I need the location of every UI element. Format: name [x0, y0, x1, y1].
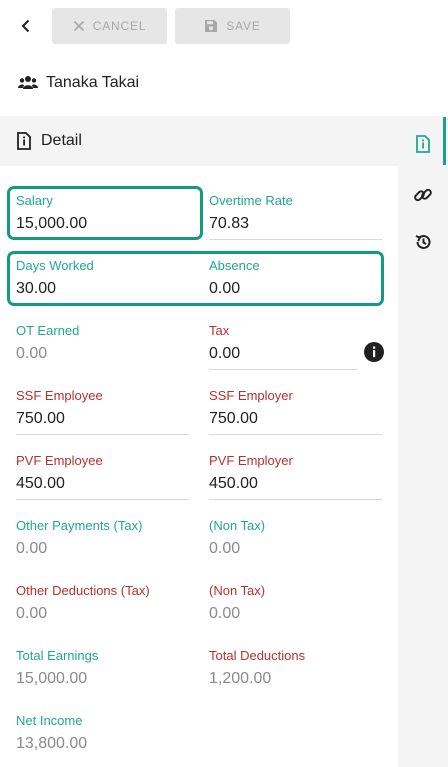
- tax-label: Tax: [209, 323, 230, 338]
- section-header: Detail: [0, 116, 398, 166]
- absence-label: Absence: [209, 258, 260, 273]
- rail-active-indicator: [443, 117, 446, 165]
- ssf-employee-value: 750.00: [16, 410, 65, 427]
- field-underline: [209, 369, 357, 370]
- pvf-employee-value: 450.00: [16, 475, 65, 492]
- save-button[interactable]: SAVE: [175, 8, 290, 44]
- other-deductions-non-tax-label: (Non Tax): [209, 583, 266, 598]
- ot-earned-label: OT Earned: [16, 323, 80, 338]
- field-underline: [16, 499, 189, 500]
- save-button-label: SAVE: [226, 19, 261, 33]
- other-payments-non-tax-value: 0.00: [209, 540, 241, 557]
- rail-history-tab[interactable]: [398, 222, 448, 262]
- floppy-disk-icon: [205, 20, 218, 32]
- other-deductions-tax-label: Other Deductions (Tax): [16, 583, 150, 598]
- total-deductions-label: Total Deductions: [209, 648, 306, 663]
- days-worked-label: Days Worked: [16, 258, 94, 273]
- toolbar: CANCEL SAVE: [0, 0, 448, 52]
- close-icon: [73, 20, 84, 32]
- field-underline: [209, 239, 382, 240]
- cancel-button[interactable]: CANCEL: [52, 8, 167, 44]
- arrow-left-icon: [21, 19, 30, 33]
- total-earnings-label: Total Earnings: [16, 648, 99, 663]
- employee-header: Tanaka Takai: [18, 70, 139, 96]
- ssf-employer-value: 750.00: [209, 410, 258, 427]
- ot-earned-value: 0.00: [16, 345, 48, 362]
- field-underline: [209, 434, 382, 435]
- ssf-employee-label: SSF Employee: [16, 388, 103, 403]
- other-deductions-non-tax-value: 0.00: [209, 605, 241, 622]
- overtime-rate-value: 70.83: [209, 215, 250, 232]
- cancel-button-label: CANCEL: [92, 19, 147, 33]
- rail-detail-tab[interactable]: [398, 124, 448, 164]
- pvf-employer-label: PVF Employer: [209, 453, 293, 468]
- other-payments-tax-value: 0.00: [16, 540, 48, 557]
- net-income-value: 13,800.00: [16, 735, 88, 752]
- field-underline: [209, 499, 382, 500]
- absence-value: 0.00: [209, 280, 241, 297]
- tax-value: 0.00: [209, 345, 241, 362]
- right-rail: [398, 116, 448, 767]
- rail-link-tab[interactable]: [398, 175, 448, 215]
- overtime-rate-label: Overtime Rate: [209, 193, 293, 208]
- field-underline: [16, 434, 189, 435]
- back-button[interactable]: [12, 10, 40, 42]
- other-payments-non-tax-label: (Non Tax): [209, 518, 266, 533]
- info-circle-icon: [373, 346, 376, 358]
- salary-value: 15,000.00: [16, 215, 88, 232]
- pvf-employer-value: 450.00: [209, 475, 258, 492]
- pvf-employee-label: PVF Employee: [16, 453, 103, 468]
- history-icon: [415, 234, 431, 249]
- total-earnings-value: 15,000.00: [16, 670, 88, 687]
- total-deductions-value: 1,200.00: [209, 670, 272, 687]
- net-income-label: Net Income: [16, 713, 83, 728]
- employee-name: Tanaka Takai: [46, 74, 140, 91]
- info-document-icon: [416, 135, 430, 153]
- section-title: Detail: [41, 132, 82, 149]
- other-payments-tax-label: Other Payments (Tax): [16, 518, 143, 533]
- link-icon: [414, 188, 432, 202]
- info-document-icon: [17, 132, 31, 150]
- salary-label: Salary: [16, 193, 53, 208]
- days-worked-value: 30.00: [16, 280, 57, 297]
- tax-info-button[interactable]: [364, 342, 384, 362]
- users-icon: [18, 76, 38, 89]
- ssf-employer-label: SSF Employer: [209, 388, 293, 403]
- other-deductions-tax-value: 0.00: [16, 605, 48, 622]
